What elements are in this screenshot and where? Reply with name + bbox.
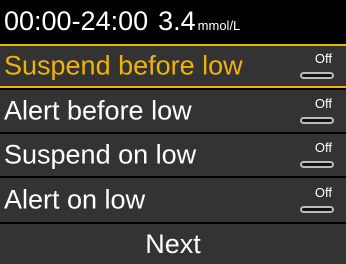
setting-label: Suspend before low (4, 50, 243, 81)
setting-label: Alert on low (4, 184, 146, 215)
toggle-state: Off (314, 185, 332, 200)
glucose-threshold-value: 3.4 (158, 5, 196, 36)
alert-before-low-toggle[interactable]: Off (300, 96, 334, 126)
toggle-state: Off (314, 51, 332, 66)
screen-header: 00:00-24:00 3.4 mmol/L (0, 0, 346, 42)
setting-row-alert-before-low[interactable]: Alert before low Off (0, 90, 346, 132)
toggle-state: Off (314, 96, 332, 111)
setting-row-alert-on-low[interactable]: Alert on low Off (0, 178, 346, 222)
next-button[interactable]: Next (0, 224, 346, 264)
setting-label: Suspend on low (4, 139, 197, 170)
time-range: 00:00-24:00 (4, 5, 149, 36)
toggle-switch-icon (300, 72, 334, 79)
pump-screen: 00:00-24:00 3.4 mmol/L Suspend before lo… (0, 0, 346, 264)
toggle-switch-icon (300, 117, 334, 124)
alert-on-low-toggle[interactable]: Off (300, 185, 334, 215)
suspend-before-low-toggle[interactable]: Off (300, 51, 334, 81)
toggle-switch-icon (300, 206, 334, 213)
setting-row-suspend-before-low[interactable]: Suspend before low Off (0, 44, 346, 88)
glucose-unit: mmol/L (197, 17, 241, 33)
setting-row-suspend-on-low[interactable]: Suspend on low Off (0, 134, 346, 176)
toggle-switch-icon (300, 161, 334, 168)
suspend-on-low-toggle[interactable]: Off (300, 140, 334, 170)
setting-label: Alert before low (4, 95, 192, 126)
toggle-state: Off (314, 140, 332, 155)
